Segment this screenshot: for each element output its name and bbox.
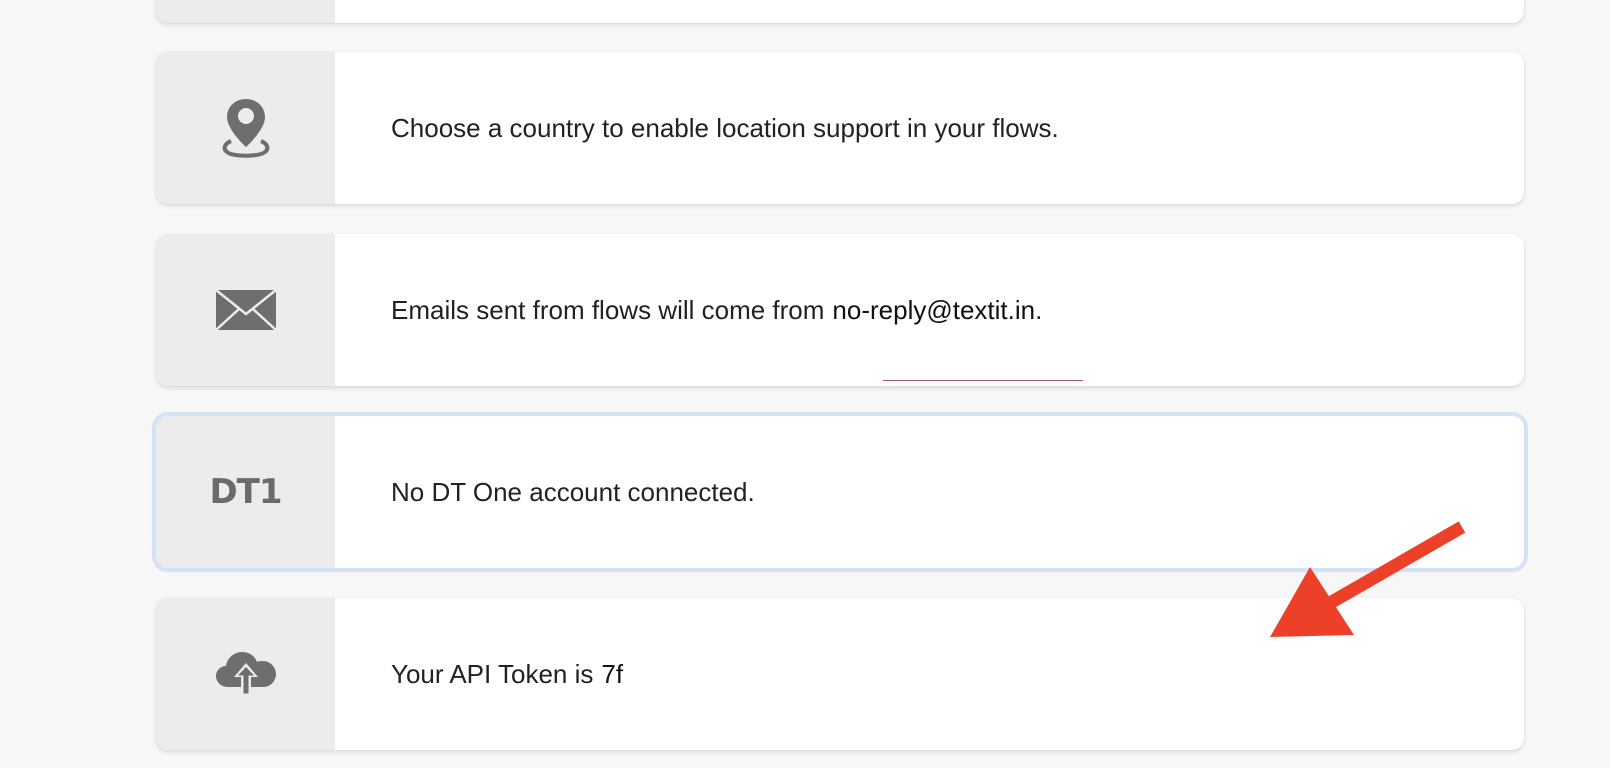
- email-address: no-reply@textit.in: [832, 294, 1036, 325]
- location-message: Choose a country to enable location supp…: [391, 112, 1059, 143]
- settings-card-email[interactable]: Emails sent from flows will come from no…: [156, 234, 1524, 386]
- settings-card-icon-column: [156, 598, 335, 750]
- cloud-upload-icon: [215, 652, 276, 696]
- settings-card-icon-column: DT1: [156, 416, 335, 568]
- api-token-value: 7f: [601, 658, 624, 689]
- email-message-suffix: .: [1035, 294, 1043, 325]
- settings-card-previous[interactable]: [156, 0, 1524, 23]
- api-token-label: Your API Token is: [391, 658, 594, 689]
- settings-card-icon-column: [156, 234, 335, 386]
- settings-page: Choose a country to enable location supp…: [0, 0, 1610, 768]
- email-message: Emails sent from flows will come from: [391, 294, 825, 325]
- settings-card-icon-column: [156, 0, 335, 23]
- location-pin-icon: [222, 99, 269, 158]
- dtone-message: No DT One account connected.: [391, 476, 755, 507]
- hover-underline: [883, 380, 1083, 381]
- settings-card-text: Choose a country to enable location supp…: [335, 52, 1524, 204]
- settings-card-text: Emails sent from flows will come from no…: [335, 234, 1524, 386]
- settings-card-location[interactable]: Choose a country to enable location supp…: [156, 52, 1524, 204]
- dt-one-logo: DT1: [209, 472, 282, 512]
- settings-card-text: [335, 0, 1524, 23]
- annotation-arrow-icon: [1270, 521, 1466, 637]
- settings-card-icon-column: [156, 52, 335, 204]
- envelope-icon: [214, 289, 277, 331]
